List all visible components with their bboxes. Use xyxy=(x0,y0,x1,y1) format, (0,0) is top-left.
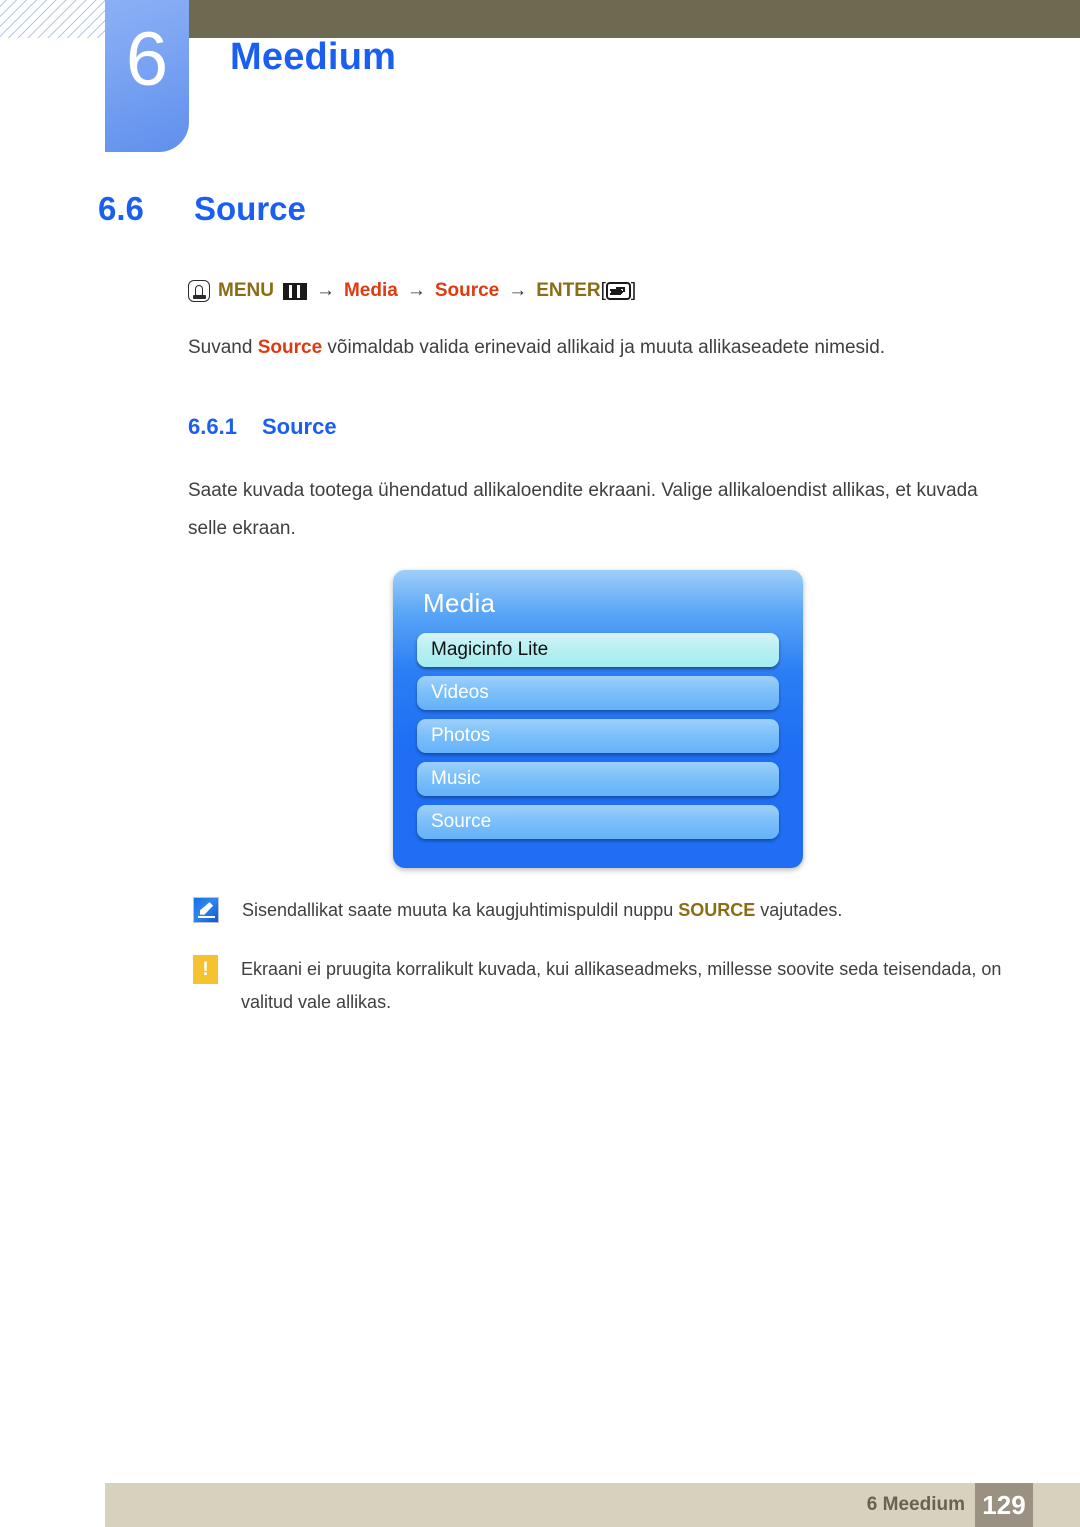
osd-item-label: Music xyxy=(431,768,481,789)
menu-path-arrow-3: → xyxy=(508,280,528,301)
page-header: 6 Meedium xyxy=(0,0,1080,170)
subsection-heading: 6.6.1 Source xyxy=(188,414,1080,440)
warning-icon: ! xyxy=(193,955,218,984)
note-text: Sisendallikat saate muuta ka kaugjuhtimi… xyxy=(242,894,1023,927)
note-text-before: Sisendallikat saate muuta ka kaugjuhtimi… xyxy=(242,900,679,920)
intro-highlight: Source xyxy=(257,337,323,358)
section-title: Source xyxy=(194,190,306,227)
hatch-decoration xyxy=(0,0,108,38)
osd-item-source[interactable]: Source xyxy=(417,805,779,839)
osd-item-label: Source xyxy=(431,811,492,832)
subsection-number: 6.6.1 xyxy=(188,414,237,439)
menu-path-arrow-1: → xyxy=(315,280,335,301)
intro-text-before: Suvand xyxy=(188,337,258,358)
description-paragraph: Saate kuvada tootega ühendatud allikaloe… xyxy=(188,480,978,539)
note-pencil-icon xyxy=(193,897,219,923)
intro-paragraph: Suvand Source võimaldab valida erinevaid… xyxy=(188,330,988,366)
menu-path-enter-label: ENTER xyxy=(536,280,601,301)
note-callout: Sisendallikat saate muuta ka kaugjuhtimi… xyxy=(193,894,1023,927)
osd-item-label: Videos xyxy=(431,682,489,703)
osd-item-videos[interactable]: Videos xyxy=(417,676,779,710)
osd-item-magicinfo-lite[interactable]: Magicinfo Lite xyxy=(417,633,779,667)
header-bar xyxy=(188,0,1080,38)
menu-path: MENU → Media → Source → ENTER [ ] xyxy=(188,280,1080,302)
menu-path-arrow-2: → xyxy=(406,280,426,301)
remote-button-icon xyxy=(188,280,210,302)
osd-screenshot: Media Magicinfo Lite Videos Photos Music… xyxy=(393,570,1080,868)
menu-grid-icon xyxy=(282,282,307,300)
enter-key-icon xyxy=(605,282,631,300)
warning-text: Ekraani ei pruugita korralikult kuvada, … xyxy=(241,959,1002,1012)
osd-panel-title: Media xyxy=(423,588,496,618)
intro-text-after: võimaldab valida erinevaid allikaid ja m… xyxy=(322,337,886,358)
note-text-after: vajutades. xyxy=(755,900,843,920)
footer-chapter-label: 6 Meedium xyxy=(866,1494,965,1515)
chapter-title: Meedium xyxy=(230,36,397,78)
footer-page-number: 129 xyxy=(975,1483,1033,1527)
note-highlight-source: SOURCE xyxy=(678,900,756,920)
menu-path-item-source: Source xyxy=(434,280,500,301)
osd-item-photos[interactable]: Photos xyxy=(417,719,779,753)
osd-item-label: Photos xyxy=(431,725,491,746)
menu-path-menu-label: MENU xyxy=(218,280,274,301)
menu-path-item-media: Media xyxy=(343,280,398,301)
osd-item-music[interactable]: Music xyxy=(417,762,779,796)
section-number: 6.6 xyxy=(98,190,144,227)
osd-media-panel: Media Magicinfo Lite Videos Photos Music… xyxy=(393,570,803,868)
bracket-close: ] xyxy=(630,280,637,301)
warning-callout: ! Ekraani ei pruugita korralikult kuvada… xyxy=(193,953,1023,1019)
osd-item-label: Magicinfo Lite xyxy=(431,639,549,660)
chapter-number-badge: 6 xyxy=(105,0,189,152)
page-footer: 6 Meedium 129 xyxy=(105,1483,1080,1527)
page-content: 6.6 Source MENU → Media → Source → ENTER… xyxy=(0,190,1080,1019)
section-heading: 6.6 Source xyxy=(98,190,1080,228)
subsection-title: Source xyxy=(262,414,337,439)
